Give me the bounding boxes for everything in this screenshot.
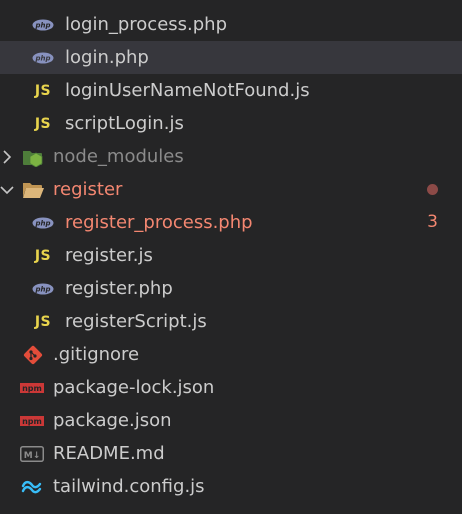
tree-item-package-json[interactable]: npm package.json	[0, 404, 462, 437]
tree-item-label: tailwind.config.js	[53, 476, 205, 497]
tailwind-icon	[20, 470, 44, 503]
chevron-right-icon[interactable]	[0, 140, 14, 173]
tree-folder-node-modules[interactable]: node_modules	[0, 140, 462, 173]
tree-item-label: package.json	[53, 410, 172, 431]
js-icon: JS	[34, 313, 52, 330]
tree-item-package-lock-json[interactable]: npm package-lock.json	[0, 371, 462, 404]
svg-text:php: php	[34, 54, 50, 62]
tree-item-label: register	[53, 179, 123, 200]
tree-item-login-process-php[interactable]: php login_process.php	[0, 8, 462, 41]
tree-item-login-username-not-found-js[interactable]: JS loginUserNameNotFound.js	[0, 74, 462, 107]
js-icon: JS	[34, 115, 52, 132]
chevron-down-icon[interactable]	[0, 173, 14, 206]
tree-item-label: node_modules	[53, 146, 184, 167]
git-icon	[21, 338, 45, 371]
svg-text:M↓: M↓	[24, 451, 41, 461]
tree-item-register-php[interactable]: php register.php	[0, 272, 462, 305]
svg-text:php: php	[34, 21, 50, 29]
tree-item-label: register.php	[65, 278, 173, 299]
node-folder-icon	[21, 140, 45, 173]
svg-text:npm: npm	[22, 417, 42, 426]
tree-item-login-php[interactable]: php login.php	[0, 41, 462, 74]
php-icon: php	[31, 8, 55, 41]
partial-row-top	[0, 0, 462, 4]
tree-item-label: package-lock.json	[53, 377, 215, 398]
tree-item-label: scriptLogin.js	[65, 113, 184, 134]
problem-count-badge: 3	[427, 212, 438, 232]
npm-icon: npm	[20, 404, 44, 437]
svg-text:php: php	[34, 219, 50, 227]
php-icon: php	[31, 41, 55, 74]
tree-item-script-login-js[interactable]: JS scriptLogin.js	[0, 107, 462, 140]
svg-text:npm: npm	[22, 384, 42, 393]
tree-item-register-js[interactable]: JS register.js	[0, 239, 462, 272]
tree-item-label: README.md	[53, 443, 165, 464]
tree-item-label: login_process.php	[65, 14, 227, 35]
php-icon: php	[31, 272, 55, 305]
js-icon: JS	[34, 247, 52, 264]
tree-item-register-process-php[interactable]: php register_process.php 3	[0, 206, 462, 239]
tree-item-label: registerScript.js	[65, 311, 207, 332]
tree-item-gitignore[interactable]: .gitignore	[0, 338, 462, 371]
tree-item-label: login.php	[65, 47, 149, 68]
tree-item-tailwind-config-js[interactable]: tailwind.config.js	[0, 470, 462, 503]
tree-item-register-script-js[interactable]: JS registerScript.js	[0, 305, 462, 338]
tree-item-label: register.js	[65, 245, 153, 266]
file-explorer-tree: php login_process.php php login.php JS l…	[0, 0, 462, 514]
tree-folder-register[interactable]: register	[0, 173, 462, 206]
tree-item-label: loginUserNameNotFound.js	[65, 80, 310, 101]
php-icon: php	[31, 206, 55, 239]
markdown-icon: M↓	[20, 437, 44, 470]
folder-open-icon	[21, 173, 45, 206]
tree-item-label: register_process.php	[65, 212, 253, 233]
npm-icon: npm	[20, 371, 44, 404]
modified-dot-icon	[427, 184, 438, 195]
svg-text:php: php	[34, 285, 50, 293]
js-icon: JS	[34, 82, 52, 99]
tree-item-readme-md[interactable]: M↓ README.md	[0, 437, 462, 470]
tree-item-label: .gitignore	[53, 344, 140, 365]
